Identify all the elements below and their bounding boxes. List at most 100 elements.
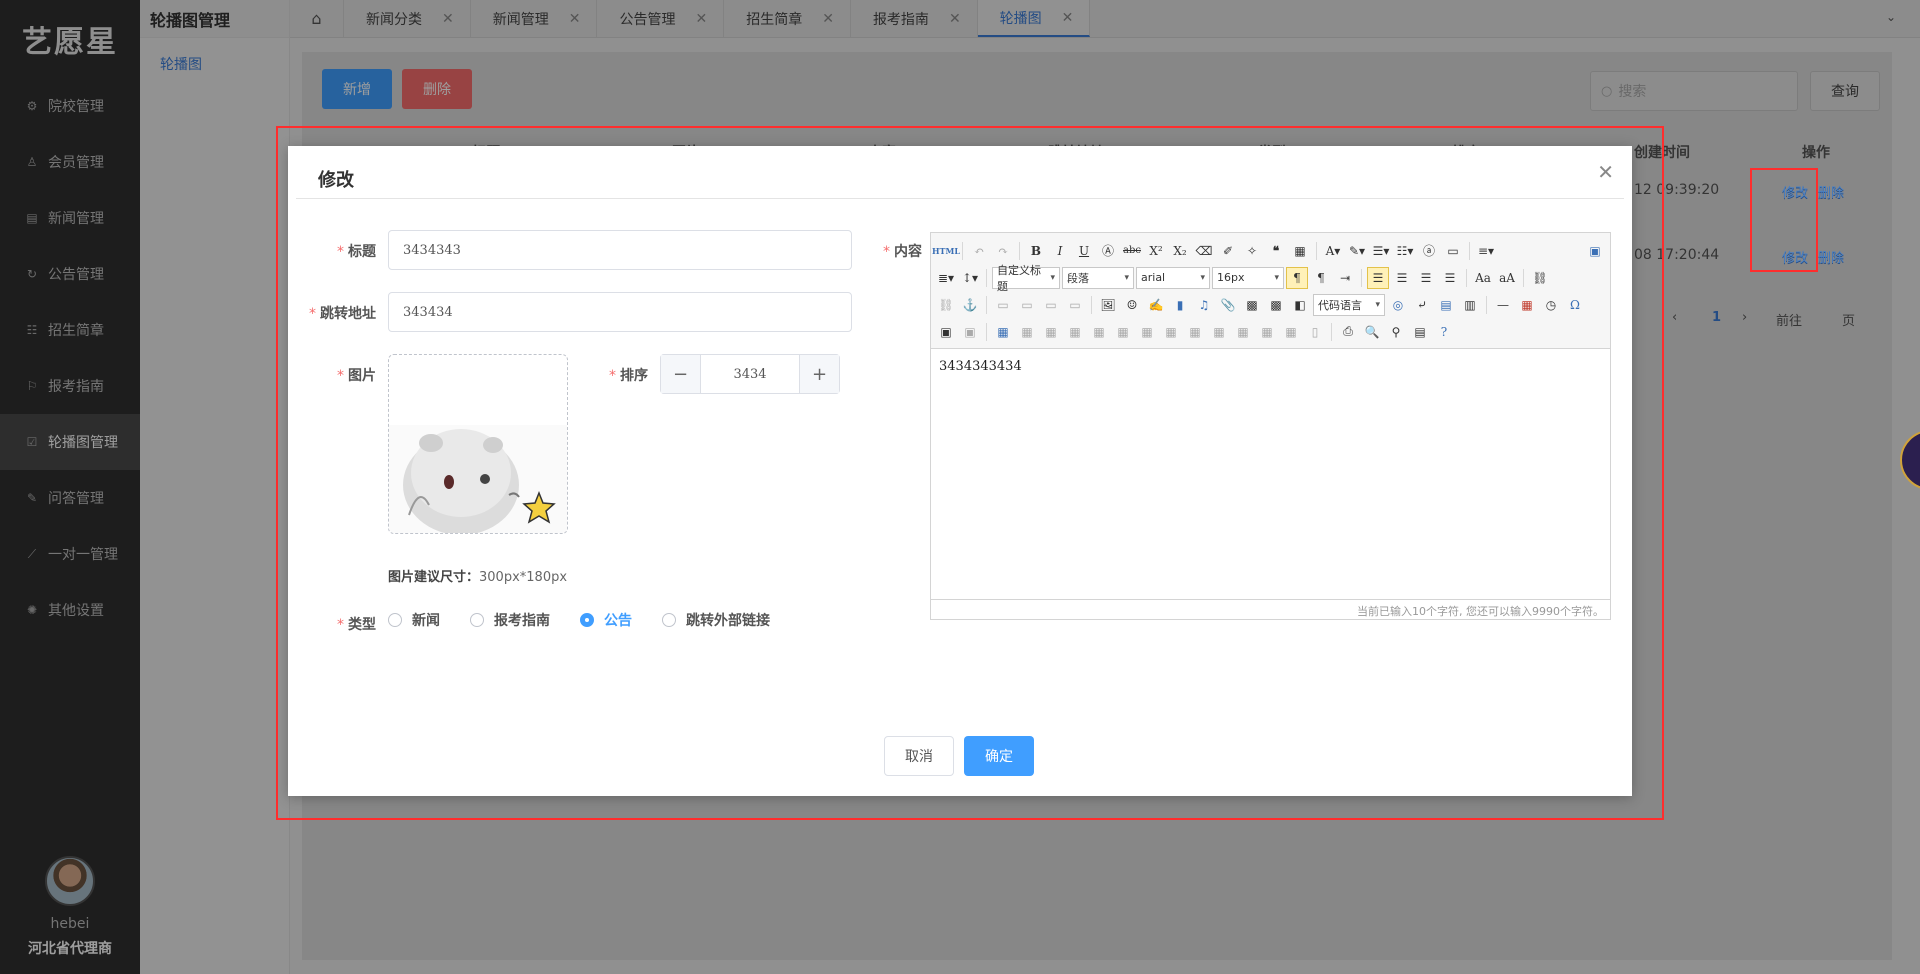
split-cells-icon[interactable]: ▦	[1232, 321, 1254, 343]
preview-icon[interactable]: 🔍	[1361, 321, 1383, 343]
minus-icon[interactable]: −	[661, 355, 701, 393]
edit-link[interactable]: 修改	[1782, 182, 1808, 201]
underline-icon[interactable]: U	[1073, 240, 1095, 262]
close-icon[interactable]: ✕	[1597, 160, 1614, 184]
code-language-select[interactable]: 代码语言 ▾	[1313, 293, 1385, 316]
subscript-icon[interactable]: X₂	[1169, 240, 1191, 262]
rtl-icon[interactable]: ¶	[1310, 267, 1332, 289]
paragraph-select[interactable]: 段落 ▾	[1062, 266, 1134, 289]
font-border-icon[interactable]: Ⓐ	[1097, 240, 1119, 262]
url-input[interactable]: 343434	[388, 292, 852, 332]
sort-input[interactable]: 3434	[701, 355, 799, 393]
auto-format-icon[interactable]: ✧	[1241, 240, 1263, 262]
radio-news[interactable]: 新闻	[388, 610, 440, 630]
fullscreen-icon[interactable]: ▣	[1584, 240, 1606, 262]
undo-icon[interactable]: ↶	[968, 240, 990, 262]
template-icon[interactable]: ▥	[1459, 294, 1481, 316]
google-map-icon[interactable]: ▩	[1265, 294, 1287, 316]
align-right-icon[interactable]: ☰	[1415, 267, 1437, 289]
snapscreen-icon[interactable]: ▣	[935, 321, 957, 343]
cancel-button[interactable]: 取消	[884, 736, 954, 776]
horizontal-rule-icon[interactable]: —	[1492, 294, 1514, 316]
insert-paragraph-before-table-icon[interactable]: ▦	[1040, 321, 1062, 343]
merge-down-icon[interactable]: ▦	[1208, 321, 1230, 343]
insert-image-icon[interactable]: 🖼	[1097, 294, 1119, 316]
time-icon[interactable]: ◷	[1540, 294, 1562, 316]
radio-guide[interactable]: 报考指南	[470, 610, 550, 630]
image-none-icon[interactable]: ▭	[992, 294, 1014, 316]
radio-external-link[interactable]: 跳转外部链接	[662, 610, 770, 630]
page-break-icon[interactable]: ⤶	[1411, 294, 1433, 316]
split-rows-icon[interactable]: ▦	[1256, 321, 1278, 343]
title-input[interactable]: 3434343	[388, 230, 852, 270]
search-replace-icon[interactable]: ⚲	[1385, 321, 1407, 343]
custom-title-select[interactable]: 自定义标题 ▾	[992, 264, 1060, 293]
delete-link[interactable]: 删除	[1818, 247, 1844, 266]
date-icon[interactable]: ▦	[1516, 294, 1538, 316]
uppercase-icon[interactable]: Aa	[1472, 267, 1494, 289]
merge-cells-icon[interactable]: ▦	[1160, 321, 1182, 343]
insert-row-icon[interactable]: ▦	[1064, 321, 1086, 343]
bold-icon[interactable]: B	[1025, 240, 1047, 262]
delete-col-icon[interactable]: ▦	[1136, 321, 1158, 343]
clear-doc-icon[interactable]: ▭	[1442, 240, 1464, 262]
split-cols-icon[interactable]: ▦	[1280, 321, 1302, 343]
paste-plain-icon[interactable]: ▦	[1289, 240, 1311, 262]
select-all-icon[interactable]: ⓐ	[1418, 240, 1440, 262]
redo-icon[interactable]: ↷	[992, 240, 1014, 262]
row-spacing-icon[interactable]: ≡▾	[1475, 240, 1497, 262]
background-icon[interactable]: ▤	[1435, 294, 1457, 316]
plus-icon[interactable]: +	[799, 355, 839, 393]
scrawl-icon[interactable]: ✍	[1145, 294, 1167, 316]
word-image-icon[interactable]: ▣	[959, 321, 981, 343]
anchor-icon[interactable]: ⚓	[959, 294, 981, 316]
format-brush-icon[interactable]: ✐	[1217, 240, 1239, 262]
line-height-icon[interactable]: ↕▾	[959, 267, 981, 289]
drafts-icon[interactable]: ▤	[1409, 321, 1431, 343]
unordered-list-icon[interactable]: ☷▾	[1394, 240, 1416, 262]
ordered-list-icon[interactable]: ☰▾	[1370, 240, 1392, 262]
delete-row-icon[interactable]: ▦	[1088, 321, 1110, 343]
emoji-icon[interactable]: ☺	[1121, 294, 1143, 316]
image-left-icon[interactable]: ▭	[1016, 294, 1038, 316]
strikethrough-icon[interactable]: abc	[1121, 240, 1143, 262]
indent-icon[interactable]: ⇥	[1334, 267, 1356, 289]
editor-content[interactable]: 3434343434	[931, 349, 1610, 599]
font-color-icon[interactable]: A▾	[1322, 240, 1344, 262]
webapp-icon[interactable]: ◎	[1387, 294, 1409, 316]
ltr-icon[interactable]: ¶	[1286, 266, 1308, 289]
html-source-icon[interactable]: HTML	[932, 240, 960, 262]
row-spacing-top-icon[interactable]: ≣▾	[935, 267, 957, 289]
link-icon[interactable]: ⛓	[1529, 267, 1551, 289]
insert-table-icon[interactable]: ▦	[992, 321, 1014, 343]
merge-right-icon[interactable]: ▦	[1184, 321, 1206, 343]
font-size-select[interactable]: 16px ▾	[1212, 266, 1284, 289]
align-left-icon[interactable]: ☰	[1367, 266, 1389, 289]
chart-icon[interactable]: ▯	[1304, 321, 1326, 343]
superscript-icon[interactable]: X²	[1145, 240, 1167, 262]
edit-link[interactable]: 修改	[1782, 247, 1808, 266]
image-center-icon[interactable]: ▭	[1064, 294, 1086, 316]
music-icon[interactable]: ♫	[1193, 294, 1215, 316]
italic-icon[interactable]: I	[1049, 240, 1071, 262]
delete-link[interactable]: 删除	[1818, 182, 1844, 201]
background-color-icon[interactable]: ✎▾	[1346, 240, 1368, 262]
special-chars-icon[interactable]: Ω	[1564, 294, 1586, 316]
attachment-icon[interactable]: 📎	[1217, 294, 1239, 316]
insert-col-icon[interactable]: ▦	[1112, 321, 1134, 343]
video-icon[interactable]: ▮	[1169, 294, 1191, 316]
image-uploader[interactable]	[388, 354, 568, 534]
insert-frame-icon[interactable]: ◧	[1289, 294, 1311, 316]
map-icon[interactable]: ▩	[1241, 294, 1263, 316]
radio-notice[interactable]: 公告	[580, 610, 632, 630]
unlink-icon[interactable]: ⛓	[935, 294, 957, 316]
image-right-icon[interactable]: ▭	[1040, 294, 1062, 316]
font-family-select[interactable]: arial ▾	[1136, 266, 1210, 289]
confirm-button[interactable]: 确定	[964, 736, 1034, 776]
eraser-icon[interactable]: ⌫	[1193, 240, 1215, 262]
delete-table-icon[interactable]: ▦	[1016, 321, 1038, 343]
align-center-icon[interactable]: ☰	[1391, 267, 1413, 289]
help-icon[interactable]: ?	[1433, 321, 1455, 343]
blockquote-icon[interactable]: ❝	[1265, 240, 1287, 262]
align-justify-icon[interactable]: ☰	[1439, 267, 1461, 289]
